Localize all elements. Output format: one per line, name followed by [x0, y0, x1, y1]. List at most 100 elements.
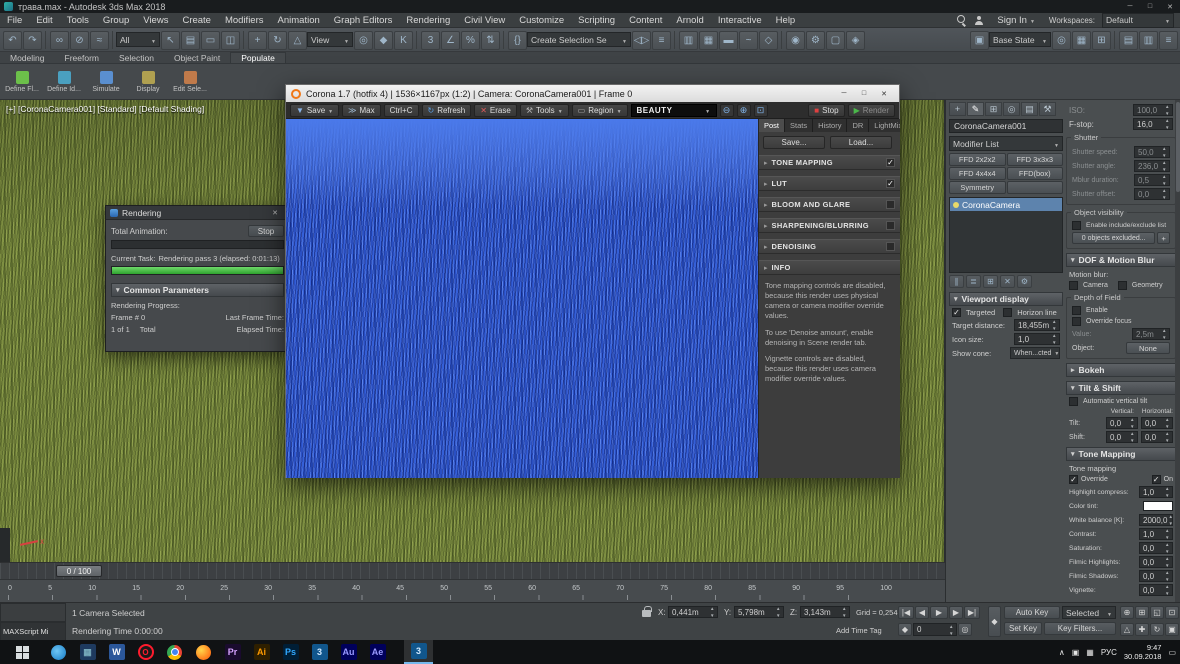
viewport-label[interactable]: [+] [CoronaCamera001] [Standard] [Defaul…: [6, 104, 204, 114]
tilt-vertical-spinner[interactable]: 0,0: [1106, 417, 1138, 429]
pan-icon[interactable]: ✚: [1135, 623, 1149, 636]
focus-object-button[interactable]: None: [1126, 342, 1170, 354]
tab-stats[interactable]: Stats: [785, 119, 813, 132]
stop-render-button[interactable]: ■Stop: [808, 104, 844, 117]
scale-icon[interactable]: △: [288, 31, 307, 50]
render-image[interactable]: [286, 119, 758, 478]
play-button[interactable]: ▶: [930, 606, 948, 619]
zoom-extents-icon[interactable]: ◱: [1150, 606, 1164, 619]
spinner-arrows-icon[interactable]: [1167, 515, 1174, 525]
shutter-speed-spinner[interactable]: 50,0: [1134, 146, 1170, 158]
spinner-arrows-icon[interactable]: [1164, 432, 1171, 442]
spinner-arrows-icon[interactable]: [1164, 543, 1171, 553]
maxscript-listener-top[interactable]: [0, 603, 66, 622]
start-button[interactable]: [0, 640, 44, 664]
go-to-end-button[interactable]: ▶|: [964, 606, 980, 619]
orbit-icon[interactable]: ↻: [1150, 623, 1164, 636]
select-manipulate-icon[interactable]: ◆: [374, 31, 393, 50]
stack-item-corona-camera[interactable]: CoronaCamera: [950, 198, 1062, 211]
menu-item[interactable]: Help: [769, 13, 803, 28]
corona-minimize-button[interactable]: ─: [834, 87, 854, 100]
show-end-result-icon[interactable]: ≣: [966, 275, 981, 288]
taskbar-max-running[interactable]: 3: [404, 640, 433, 664]
create-tab-icon[interactable]: +: [949, 102, 966, 116]
track-bar[interactable]: 0510152025303540455055606570758085909510…: [0, 579, 945, 602]
spinner-arrows-icon[interactable]: [1129, 432, 1136, 442]
filmic-shadows-spinner[interactable]: 0,0: [1139, 570, 1173, 582]
edit-selection-button[interactable]: Edit Sele...: [170, 65, 210, 98]
display-button[interactable]: Display: [128, 65, 168, 98]
menu-item[interactable]: Tools: [60, 13, 96, 28]
make-unique-icon[interactable]: ⊞: [983, 275, 998, 288]
current-frame-field[interactable]: 0: [913, 623, 957, 636]
override-focus-checkbox[interactable]: [1072, 317, 1081, 326]
ffd-box-button[interactable]: FFD(box): [1007, 167, 1064, 180]
angle-snap-icon[interactable]: ∠: [441, 31, 460, 50]
taskbar-premiere[interactable]: Pr: [218, 640, 247, 664]
show-cone-select[interactable]: When...cted: [1010, 347, 1060, 359]
maxscript-listener[interactable]: MAXScript Mi: [0, 622, 66, 641]
align-icon[interactable]: ≡: [652, 31, 671, 50]
bind-spacewarp-icon[interactable]: ≈: [90, 31, 109, 50]
tray-network-icon[interactable]: ▦: [1086, 648, 1094, 657]
dialog-titlebar[interactable]: Rendering ✕: [106, 206, 289, 220]
targeted-checkbox[interactable]: [952, 308, 961, 317]
denoising-section[interactable]: DENOISING: [759, 239, 900, 254]
minimize-button[interactable]: ─: [1120, 0, 1140, 13]
shutter-offset-spinner[interactable]: 0,0: [1134, 188, 1170, 200]
hierarchy-tab-icon[interactable]: ⊞: [985, 102, 1002, 116]
load-settings-button[interactable]: Load...: [830, 136, 892, 149]
menu-item[interactable]: Create: [175, 13, 218, 28]
maximize-viewport-icon[interactable]: ▣: [1165, 623, 1179, 636]
denoising-checkbox[interactable]: [886, 242, 895, 251]
scene-state-select[interactable]: Base State: [989, 32, 1051, 47]
auto-key-button[interactable]: Auto Key: [1004, 606, 1060, 619]
material-editor-icon[interactable]: ◉: [786, 31, 805, 50]
filmic-highlights-spinner[interactable]: 0,0: [1139, 556, 1173, 568]
menu-item[interactable]: Customize: [512, 13, 571, 28]
render-setup-icon[interactable]: ⚙: [806, 31, 825, 50]
reference-coordinate-select[interactable]: View: [307, 32, 353, 47]
tone-mapping-section[interactable]: TONE MAPPING: [759, 155, 900, 170]
auto-vertical-tilt-checkbox[interactable]: [1069, 397, 1078, 406]
ribbon-tab-freeform[interactable]: Freeform: [55, 52, 109, 63]
rect-region-icon[interactable]: ▭: [201, 31, 220, 50]
time-configuration-button[interactable]: ◎: [958, 623, 972, 636]
taskbar-illustrator[interactable]: Ai: [247, 640, 276, 664]
define-flow-button[interactable]: Define Fl...: [2, 65, 42, 98]
tray-icon[interactable]: ▣: [1072, 648, 1080, 657]
named-selection-select[interactable]: Create Selection Se: [527, 32, 631, 47]
sharpening-checkbox[interactable]: [886, 221, 895, 230]
edit-named-sets-icon[interactable]: {}: [508, 31, 527, 50]
ffd-4x4x4-button[interactable]: FFD 4x4x4: [949, 167, 1006, 180]
ribbon-tab-populate[interactable]: Populate: [230, 52, 286, 63]
taskbar-after-effects[interactable]: Ae: [363, 640, 392, 664]
viewport-layout-tab[interactable]: [0, 528, 10, 562]
set-key-button[interactable]: Set Key: [1004, 622, 1042, 635]
next-frame-button[interactable]: ▶: [949, 606, 963, 619]
schematic-view-icon[interactable]: ◇: [759, 31, 778, 50]
toolbar-overflow-icon[interactable]: ≡: [1159, 31, 1178, 50]
viewport-display-rollout[interactable]: Viewport display: [949, 292, 1063, 306]
select-object-icon[interactable]: ↖: [161, 31, 180, 50]
tilt-shift-rollout[interactable]: Tilt & Shift: [1066, 381, 1176, 395]
spinner-arrows-icon[interactable]: [1164, 557, 1171, 567]
select-by-name-icon[interactable]: ▤: [181, 31, 200, 50]
search-icon[interactable]: [957, 15, 967, 25]
lock-selection-icon[interactable]: [642, 610, 651, 617]
horizon-line-checkbox[interactable]: [1003, 308, 1012, 317]
symmetry-button[interactable]: Symmetry: [949, 181, 1006, 194]
menu-item[interactable]: Animation: [271, 13, 327, 28]
corona-titlebar[interactable]: Corona 1.7 (hotfix 4) | 1536×1167px (1:2…: [286, 85, 899, 102]
spinner-arrows-icon[interactable]: [841, 607, 848, 617]
configure-modifier-sets-icon[interactable]: ⚙: [1017, 275, 1032, 288]
menu-item[interactable]: Group: [96, 13, 136, 28]
undo-icon[interactable]: ↶: [3, 31, 22, 50]
highlight-compress-spinner[interactable]: 1,0: [1139, 486, 1173, 498]
tab-lightmix[interactable]: LightMix: [869, 119, 900, 132]
tilt-horizontal-spinner[interactable]: 0,0: [1141, 417, 1173, 429]
zoom-extents-all-icon[interactable]: ⊡: [1165, 606, 1179, 619]
key-filters-button[interactable]: Key Filters...: [1044, 622, 1116, 635]
taskbar-chrome[interactable]: [160, 640, 189, 664]
bloom-glare-section[interactable]: BLOOM AND GLARE: [759, 197, 900, 212]
